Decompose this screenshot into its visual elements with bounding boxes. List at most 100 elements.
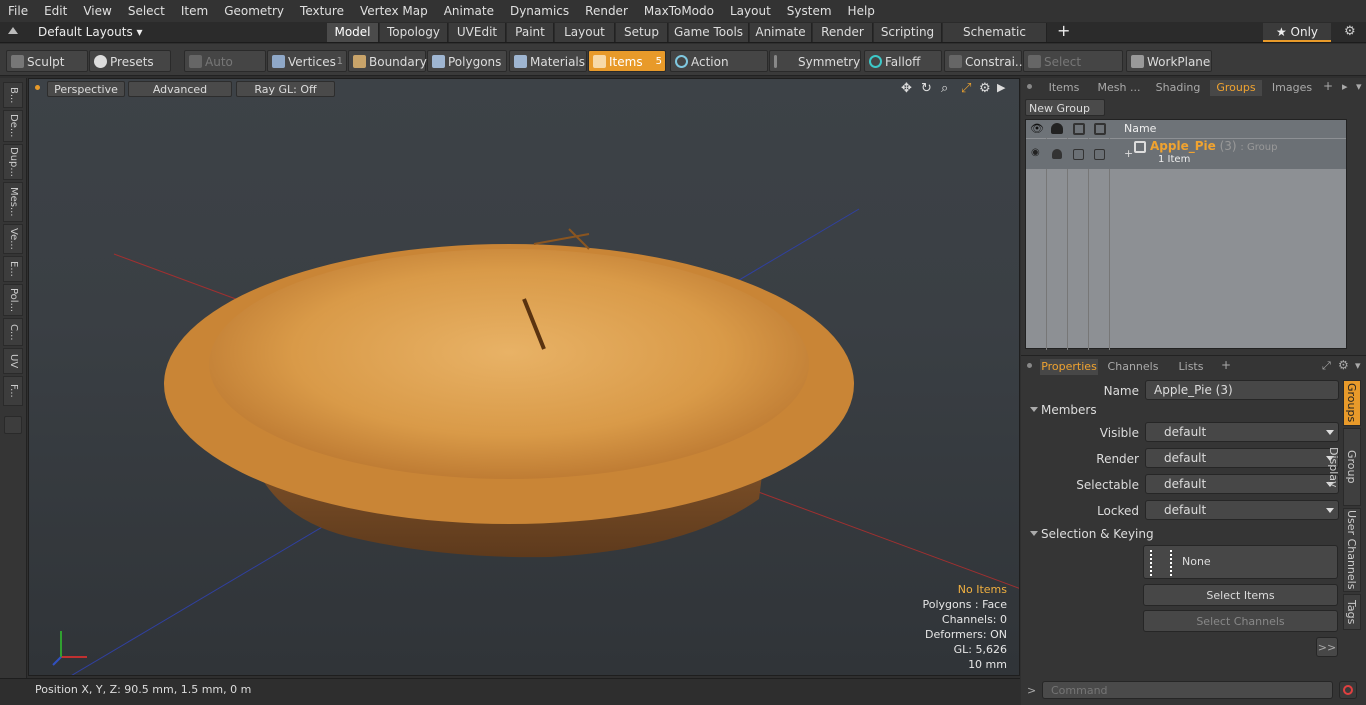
left-tab-basic[interactable]: B... <box>3 82 23 108</box>
new-group-button[interactable]: New Group <box>1025 99 1105 116</box>
fit-view-icon[interactable]: ⤢ <box>961 81 971 96</box>
sculpt-button[interactable]: Sculpt <box>6 50 88 72</box>
workplane-button[interactable]: WorkPlane <box>1126 50 1212 72</box>
locked-dropdown[interactable]: default <box>1145 500 1339 520</box>
expand-icon[interactable]: + <box>1124 147 1133 160</box>
tab-layout[interactable]: Layout <box>555 23 615 42</box>
row-render-icon[interactable] <box>1052 149 1062 159</box>
prop-expand-icon[interactable]: ⤢ <box>1322 359 1331 373</box>
boundary-button[interactable]: Boundary <box>348 50 427 72</box>
tab-mesh[interactable]: Mesh ... <box>1092 80 1146 96</box>
menu-layout[interactable]: Layout <box>722 0 779 22</box>
group-row[interactable]: ◉ + Apple_Pie (3) : Group 1 Item <box>1026 139 1346 169</box>
row-eye-icon[interactable]: ◉ <box>1031 147 1040 158</box>
tab-model[interactable]: Model <box>327 23 379 42</box>
vtab-groups[interactable]: Groups <box>1343 380 1361 426</box>
tab-channels[interactable]: Channels <box>1104 359 1162 375</box>
raygl-button[interactable]: Ray GL: Off <box>236 81 335 97</box>
action-center-button[interactable]: Action Center <box>670 50 768 91</box>
3d-viewport[interactable]: Perspective Advanced Ray GL: Off ✥ ↻ ⌕ ⤢… <box>28 78 1020 676</box>
perspective-button[interactable]: Perspective <box>47 81 125 97</box>
members-section[interactable]: Members <box>1027 402 1097 418</box>
rotate-view-icon[interactable]: ↻ <box>921 81 932 96</box>
command-input[interactable] <box>1042 681 1333 699</box>
select-items-button[interactable]: Select Items <box>1143 584 1338 606</box>
select-through-button[interactable]: Select Through <box>1023 50 1123 91</box>
menu-texture[interactable]: Texture <box>292 0 352 22</box>
tab-render[interactable]: Render <box>813 23 873 42</box>
menu-select[interactable]: Select <box>120 0 173 22</box>
left-tab-duplicate[interactable]: Dup... <box>3 144 23 180</box>
materials-button[interactable]: Materials <box>509 50 587 72</box>
menu-view[interactable]: View <box>75 0 119 22</box>
menu-item[interactable]: Item <box>173 0 216 22</box>
menu-animate[interactable]: Animate <box>436 0 502 22</box>
prop-more-icon[interactable]: ▾ <box>1355 359 1361 372</box>
menu-system[interactable]: System <box>779 0 840 22</box>
vtab-group-display[interactable]: Group Display <box>1327 428 1361 506</box>
name-column-header[interactable]: Name <box>1124 122 1156 135</box>
settings-icon[interactable]: ⚙ <box>1344 24 1356 39</box>
selectable-dropdown[interactable]: default <box>1145 474 1339 494</box>
tab-scripting[interactable]: Scripting <box>874 23 942 42</box>
vtab-tags[interactable]: Tags <box>1343 594 1361 630</box>
viewport-menu-dot[interactable] <box>35 85 40 90</box>
left-strip-toggle[interactable] <box>4 416 22 434</box>
only-toggle[interactable]: ★ Only <box>1263 23 1331 42</box>
zoom-view-icon[interactable]: ⌕ <box>941 81 948 96</box>
menu-edit[interactable]: Edit <box>36 0 75 22</box>
tab-lists[interactable]: Lists <box>1168 359 1214 375</box>
tab-uvedit[interactable]: UVEdit <box>449 23 506 42</box>
name-field[interactable]: Apple_Pie (3) <box>1145 380 1339 400</box>
tab-setup[interactable]: Setup <box>616 23 668 42</box>
left-tab-mesh-edit[interactable]: Mes... <box>3 182 23 222</box>
left-tab-curve[interactable]: C... <box>3 318 23 346</box>
lock-header-icon[interactable] <box>1073 123 1085 135</box>
panel-more-icon[interactable]: ▾ <box>1356 80 1362 93</box>
menu-geometry[interactable]: Geometry <box>216 0 292 22</box>
select-channels-button[interactable]: Select Channels <box>1143 610 1338 632</box>
add-tab-icon[interactable]: + <box>1057 21 1070 41</box>
prop-settings-icon[interactable]: ⚙ <box>1338 358 1349 372</box>
menu-help[interactable]: Help <box>840 0 883 22</box>
menu-render[interactable]: Render <box>577 0 636 22</box>
tab-items[interactable]: Items <box>1040 80 1088 96</box>
row-select-checkbox[interactable] <box>1094 149 1105 160</box>
none-keying-button[interactable]: None <box>1143 545 1338 579</box>
add-prop-tab-icon[interactable]: + <box>1221 358 1231 372</box>
panel-menu-dot[interactable] <box>1027 84 1032 89</box>
layout-selector[interactable]: Default Layouts ▾ <box>38 24 143 41</box>
left-tab-deform[interactable]: De... <box>3 110 23 142</box>
menu-file[interactable]: File <box>0 0 36 22</box>
left-tab-vertex[interactable]: Ve... <box>3 224 23 254</box>
vertices-button[interactable]: Vertices 1 <box>267 50 347 72</box>
presets-button[interactable]: Presets <box>89 50 171 72</box>
tab-paint[interactable]: Paint <box>507 23 554 42</box>
selection-keying-section[interactable]: Selection & Keying <box>1027 526 1154 542</box>
select-header-icon[interactable] <box>1094 123 1106 135</box>
tab-game-tools[interactable]: Game Tools <box>669 23 749 42</box>
tab-images[interactable]: Images <box>1266 80 1318 96</box>
constraints-button[interactable]: Constrai... <box>944 50 1026 72</box>
render-dropdown[interactable]: default <box>1145 448 1339 468</box>
panel-expand-icon[interactable]: ▸ <box>1342 80 1348 93</box>
tab-animate[interactable]: Animate <box>750 23 812 42</box>
menu-vertex-map[interactable]: Vertex Map <box>352 0 436 22</box>
panel-menu-dot[interactable] <box>1027 363 1032 368</box>
auto-select-button[interactable]: Auto Select <box>184 50 266 91</box>
eye-icon[interactable]: 👁 <box>1030 122 1044 135</box>
viewport-settings-icon[interactable]: ⚙ <box>979 81 991 96</box>
viewport-expand-icon[interactable]: ▶ <box>997 81 1005 94</box>
menu-dynamics[interactable]: Dynamics <box>502 0 577 22</box>
more-button[interactable]: >> <box>1316 637 1338 657</box>
row-lock-checkbox[interactable] <box>1073 149 1084 160</box>
left-tab-uv[interactable]: UV <box>3 348 23 374</box>
tab-schematic-fusion[interactable]: Schematic Fusion <box>943 23 1047 58</box>
left-tab-polygon[interactable]: Pol... <box>3 284 23 316</box>
items-button[interactable]: Items 5 <box>588 50 666 72</box>
render-icon[interactable] <box>1051 123 1063 134</box>
tab-topology[interactable]: Topology <box>380 23 448 42</box>
add-panel-tab-icon[interactable]: + <box>1323 79 1333 93</box>
symmetry-button[interactable]: Symmetry <box>769 50 861 72</box>
tab-properties[interactable]: Properties <box>1040 359 1098 375</box>
